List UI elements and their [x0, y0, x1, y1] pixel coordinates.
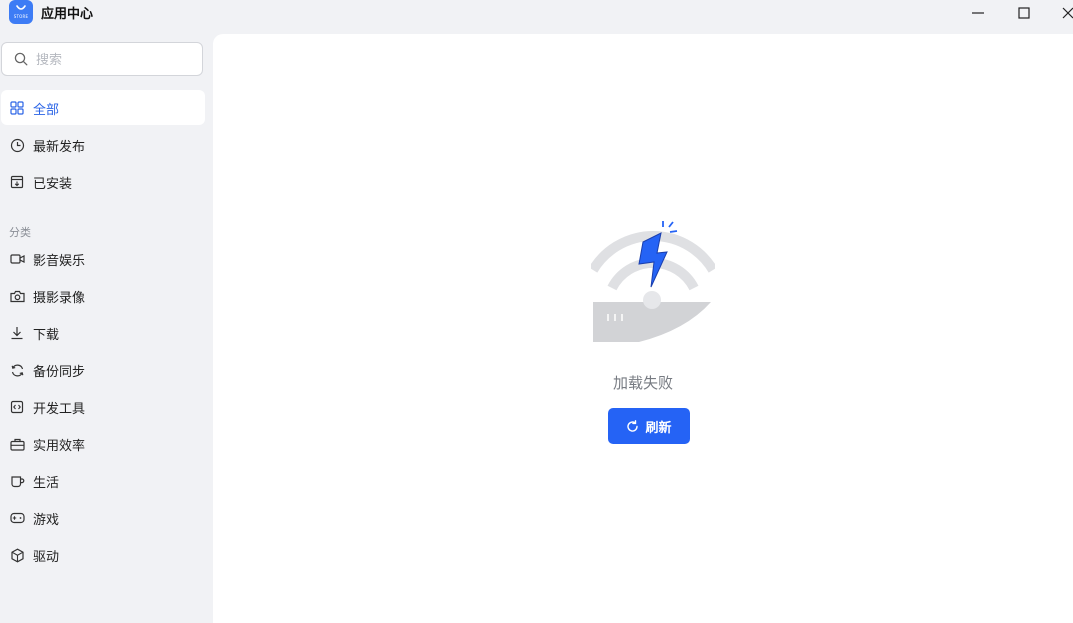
gamepad-icon [9, 510, 25, 526]
sidebar-item-label: 最新发布 [33, 140, 86, 155]
sync-icon [9, 362, 25, 378]
clock-icon [9, 137, 25, 153]
load-failed-illustration [591, 221, 715, 342]
sidebar-item-all[interactable]: 全部 [1, 90, 205, 125]
code-icon [9, 399, 25, 415]
toolbox-icon [9, 436, 25, 452]
app-logo: STORE [9, 0, 33, 24]
sidebar-item-installed[interactable]: 已安装 [1, 164, 205, 199]
installed-box-icon [9, 174, 25, 190]
store-bag-icon [16, 5, 26, 10]
video-camera-icon [9, 251, 25, 267]
sidebar-item-photo[interactable]: 摄影录像 [1, 278, 205, 313]
maximize-icon [1018, 7, 1030, 19]
sidebar-item-label: 游戏 [33, 513, 60, 528]
app-title: 应用中心 [41, 7, 94, 22]
sidebar-item-games[interactable]: 游戏 [1, 500, 205, 535]
sidebar-item-devtools[interactable]: 开发工具 [1, 389, 205, 424]
cube-icon [9, 547, 25, 563]
sidebar-item-label: 已安装 [33, 177, 73, 192]
main-content: 加载失败 刷新 [213, 34, 1073, 623]
refresh-button[interactable]: 刷新 [608, 408, 690, 444]
camera-icon [9, 288, 25, 304]
load-failed-message: 加载失败 [612, 374, 673, 392]
sidebar-item-label: 全部 [33, 103, 60, 118]
sidebar-item-latest[interactable]: 最新发布 [1, 127, 205, 162]
sidebar-item-life[interactable]: 生活 [1, 463, 205, 498]
app-logo-text: STORE [13, 14, 29, 19]
sidebar-item-label: 驱动 [33, 550, 60, 565]
sidebar-item-media[interactable]: 影音娱乐 [1, 241, 205, 276]
sidebar-item-backup[interactable]: 备份同步 [1, 352, 205, 387]
sidebar-item-label: 生活 [33, 476, 60, 491]
sidebar-item-label: 实用效率 [33, 439, 86, 454]
sidebar-item-label: 开发工具 [33, 402, 86, 417]
minimize-button[interactable] [963, 0, 993, 26]
category-heading: 分类 [9, 226, 31, 239]
sidebar-item-label: 影音娱乐 [33, 254, 86, 269]
sidebar-item-label: 摄影录像 [33, 291, 86, 306]
download-icon [9, 325, 25, 341]
maximize-button[interactable] [1009, 0, 1039, 26]
sidebar-item-download[interactable]: 下载 [1, 315, 205, 350]
sidebar-item-label: 下载 [33, 328, 60, 343]
sidebar-item-productivity[interactable]: 实用效率 [1, 426, 205, 461]
refresh-button-label: 刷新 [645, 420, 672, 436]
close-icon [1062, 7, 1073, 19]
sidebar-item-drivers[interactable]: 驱动 [1, 537, 205, 572]
grid-icon [9, 100, 25, 116]
close-button[interactable] [1053, 0, 1073, 26]
sidebar: 全部 最新发布 已安装 分类 影音娱乐 [0, 34, 212, 623]
sidebar-item-label: 备份同步 [33, 365, 86, 380]
search-box[interactable] [1, 42, 203, 76]
search-input[interactable] [34, 49, 198, 71]
refresh-icon [627, 419, 639, 432]
cup-icon [9, 473, 25, 489]
search-icon [14, 52, 28, 66]
minimize-icon [972, 12, 984, 14]
title-bar: STORE 应用中心 [0, 0, 1073, 28]
